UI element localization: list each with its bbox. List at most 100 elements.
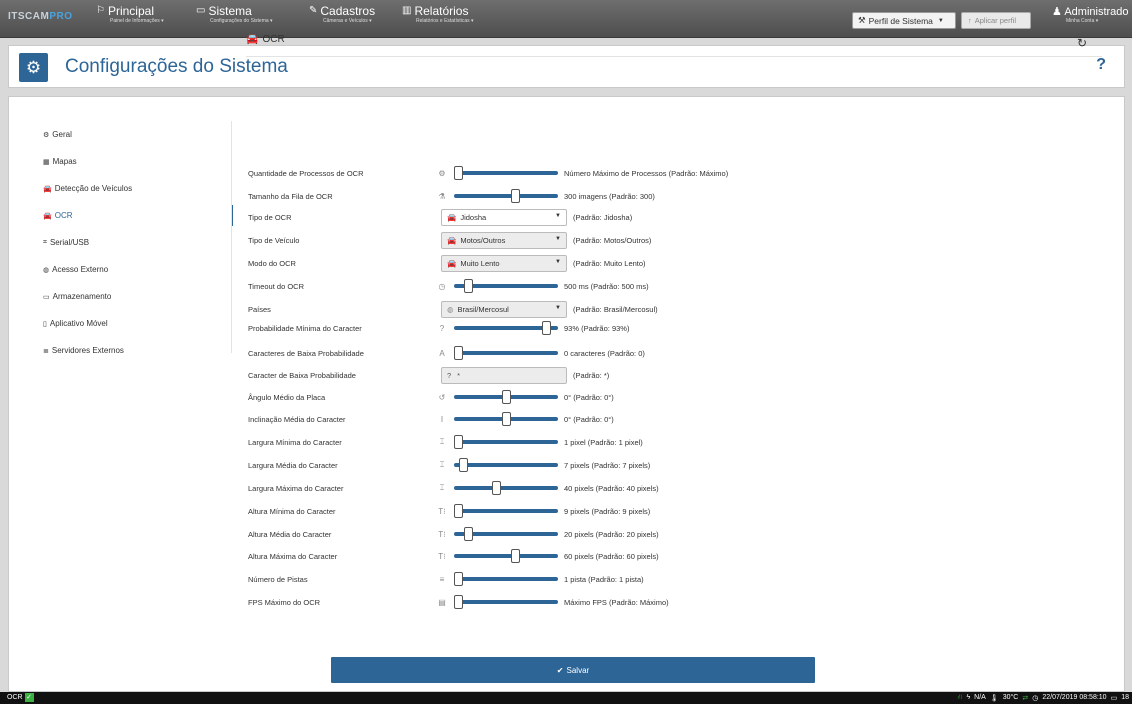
slider-handle[interactable]	[542, 321, 551, 335]
slider-handle[interactable]	[459, 458, 468, 472]
setting-value: 0° (Padrão: 0°)	[564, 392, 614, 402]
map-icon: ▦	[43, 158, 50, 166]
slider-track[interactable]	[454, 194, 558, 198]
settings-sidebar: ⚙ Geral ▦ Mapas 🚘 Detecção de Veículos 🚘 OCR ⌗ Se…	[9, 121, 233, 364]
text-width-icon: ⌶	[439, 437, 445, 446]
setting-slider[interactable]	[454, 571, 558, 587]
perfil-select[interactable]: ⚒ Perfil de Sistema ▼	[852, 12, 956, 29]
slider-track[interactable]	[454, 171, 558, 175]
setting-slider[interactable]	[454, 188, 558, 204]
sidebar-item-0[interactable]: ⚙ Geral	[9, 121, 231, 148]
setting-row: Largura Média do Caracter ⌶ 7 pixels (Padr…	[248, 457, 1108, 473]
slider-handle[interactable]	[454, 595, 463, 609]
user-menu[interactable]: ♟ Administrado Minha Conta ▾	[1052, 5, 1129, 24]
nav-sistema[interactable]: ▭ Sistema Configurações do Sistema ▾	[196, 5, 273, 24]
setting-value: Número Máximo de Processos (Padrão: Máxi…	[564, 168, 729, 178]
nav-principal[interactable]: ⚐ Principal Painel de Informações ▾	[96, 5, 164, 24]
car-icon: 🚘	[43, 185, 52, 193]
slider-handle[interactable]	[464, 527, 473, 541]
select-value: Motos/Outros	[460, 235, 506, 245]
user-name: Administrado	[1064, 6, 1129, 18]
setting-row: FPS Máximo do OCR ▤ Máximo FPS (Padrão: Má…	[248, 594, 1108, 610]
setting-value: 1 pixel (Padrão: 1 pixel)	[564, 437, 643, 447]
car-icon: 🚘	[447, 258, 457, 268]
perfil-label: Perfil de Sistema	[868, 15, 933, 26]
text-height-icon: T⁝	[438, 529, 446, 539]
setting-row: Tipo de Veículo 🚘 Motos/Outros ▼ (Padrão: Mo…	[248, 231, 1108, 249]
setting-select[interactable]: 🚘 Motos/Outros ▼	[441, 231, 567, 249]
slider-track[interactable]	[454, 351, 558, 355]
setting-select[interactable]: 🚘 Jidosha ▼	[441, 208, 567, 226]
slider-track[interactable]	[454, 577, 558, 581]
slider-track[interactable]	[454, 509, 558, 513]
sidebar-item-4[interactable]: ⌗ Serial/USB	[9, 229, 231, 256]
apply-profile-button[interactable]: ↑ Aplicar perfil	[961, 12, 1031, 29]
slider-handle[interactable]	[492, 481, 501, 495]
slider-handle[interactable]	[454, 435, 463, 449]
sidebar-item-3[interactable]: 🚘 OCR	[9, 202, 233, 229]
setting-slider[interactable]	[454, 548, 558, 564]
slider-handle[interactable]	[502, 412, 511, 426]
slider-handle[interactable]	[454, 572, 463, 586]
slider-handle[interactable]	[454, 346, 463, 360]
slider-track[interactable]	[454, 463, 558, 467]
setting-label: Inclinação Média do Caracter	[248, 414, 346, 424]
sidebar-item-8[interactable]: ≣ Servidores Externos	[9, 337, 231, 364]
setting-slider[interactable]	[454, 165, 558, 181]
mobile-icon: ▯	[43, 320, 47, 328]
slider-handle[interactable]	[454, 504, 463, 518]
monitor-icon: ▭	[196, 5, 206, 16]
setting-slider[interactable]	[454, 503, 558, 519]
slider-track[interactable]	[454, 440, 558, 444]
setting-slider[interactable]	[454, 411, 558, 427]
setting-slider[interactable]	[454, 594, 558, 610]
slider-handle[interactable]	[502, 390, 511, 404]
sidebar-item-7[interactable]: ▯ Aplicativo Móvel	[9, 310, 231, 337]
setting-label: Modo do OCR	[248, 258, 296, 268]
slider-track[interactable]	[454, 600, 558, 604]
setting-slider[interactable]	[454, 457, 558, 473]
user-sub: Minha Conta ▾	[1066, 18, 1099, 24]
setting-value: (Padrão: Jidosha)	[573, 212, 633, 222]
sidebar-item-2[interactable]: 🚘 Detecção de Veículos	[9, 175, 231, 202]
setting-value: (Padrão: Motos/Outros)	[573, 235, 652, 245]
setting-row: Inclinação Média do Caracter I 0° (Padrão:…	[248, 411, 1108, 427]
setting-select[interactable]: ◍ Brasil/Mercosul ▼	[441, 300, 567, 318]
setting-label: Quantidade de Processos de OCR	[248, 168, 364, 178]
slider-handle[interactable]	[511, 189, 520, 203]
setting-slider[interactable]	[454, 434, 558, 450]
slider-handle[interactable]	[511, 549, 520, 563]
setting-slider[interactable]	[454, 480, 558, 496]
setting-value: 300 imagens (Padrão: 300)	[564, 191, 655, 201]
section-title: OCR	[262, 34, 285, 45]
globe-icon: ◍	[447, 304, 454, 314]
sidebar-item-5[interactable]: ◍ Acesso Externo	[9, 256, 231, 283]
setting-text-input[interactable]: ? *	[441, 366, 567, 384]
save-button[interactable]: ✔ Salvar	[331, 657, 815, 683]
setting-value: Máximo FPS (Padrão: Máximo)	[564, 597, 669, 607]
sidebar-item-6[interactable]: ▭ Armazenamento	[9, 283, 231, 310]
setting-select[interactable]: 🚘 Muito Lento ▼	[441, 254, 567, 272]
slider-handle[interactable]	[464, 279, 473, 293]
servers-icon: ≣	[43, 347, 49, 355]
setting-slider[interactable]	[454, 345, 558, 361]
slider-track[interactable]	[454, 486, 558, 490]
setting-label: Tipo de Veículo	[248, 235, 300, 245]
sidebar-item-1[interactable]: ▦ Mapas	[9, 148, 231, 175]
setting-slider[interactable]	[454, 320, 558, 336]
storage-icon: ▭	[1110, 694, 1118, 702]
setting-value: 7 pixels (Padrão: 7 pixels)	[564, 460, 651, 470]
setting-value: 500 ms (Padrão: 500 ms)	[564, 281, 649, 291]
setting-slider[interactable]	[454, 389, 558, 405]
setting-slider[interactable]	[454, 278, 558, 294]
nav-cadastros[interactable]: ✎ Cadastros Câmeras e Veículos ▾	[309, 5, 375, 24]
setting-slider[interactable]	[454, 526, 558, 542]
check-icon: ✔	[556, 665, 564, 675]
itscam-logo[interactable]: ITSCAMPRO	[8, 11, 73, 27]
help-button[interactable]: ?	[1096, 56, 1106, 74]
slider-track[interactable]	[454, 554, 558, 558]
nav-relatorios[interactable]: ▥ Relatórios Relatórios e Estatísticas ▾	[402, 5, 474, 24]
reset-icon[interactable]: ↻	[1077, 36, 1087, 50]
slider-handle[interactable]	[454, 166, 463, 180]
setting-label: Altura Máxima do Caracter	[248, 551, 338, 561]
